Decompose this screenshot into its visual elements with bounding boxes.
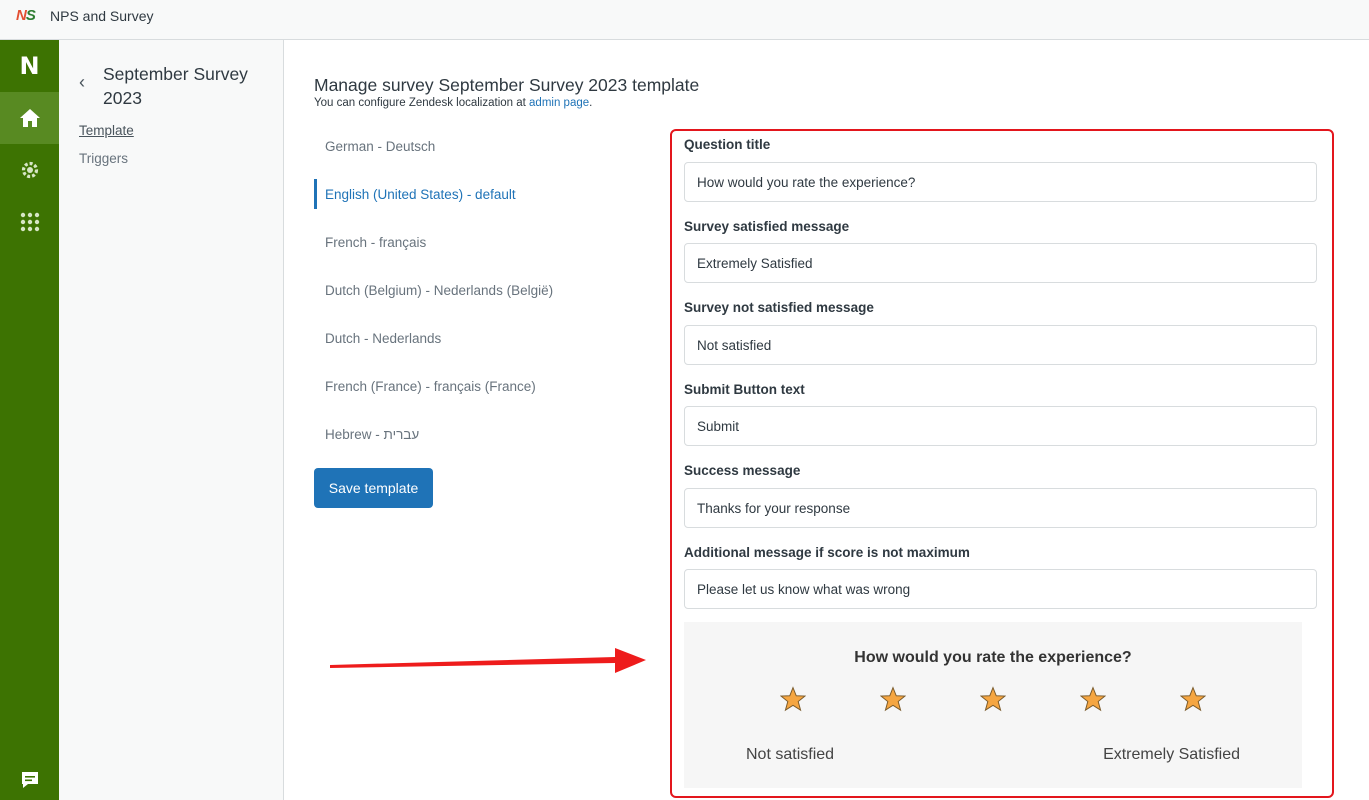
language-item[interactable]: French - français <box>314 218 644 266</box>
secondary-nav: ‹ September Survey 2023 Template Trigger… <box>59 40 284 800</box>
settings-gear-icon[interactable] <box>0 144 59 196</box>
field-label: Additional message if score is not maxim… <box>684 545 970 560</box>
survey-title: September Survey 2023 <box>103 64 248 108</box>
survey-preview: How would you rate the experience? Not s… <box>684 622 1302 788</box>
question-title-input[interactable] <box>684 162 1317 202</box>
page-subtitle: You can configure Zendesk localization a… <box>314 97 592 109</box>
rating-stars <box>780 686 1208 716</box>
field-label: Survey satisfied message <box>684 219 850 234</box>
star-icon[interactable] <box>780 686 806 712</box>
subtitle-period: . <box>589 97 593 109</box>
language-list: German - Deutsch English (United States)… <box>314 122 644 458</box>
field-label: Survey not satisfied message <box>684 300 874 315</box>
app-logo: NS <box>16 7 36 24</box>
page-title: Manage survey September Survey 2023 temp… <box>314 75 700 95</box>
nav-link-template[interactable]: Template <box>79 123 134 138</box>
success-message-input[interactable] <box>684 488 1317 528</box>
field-label: Question title <box>684 137 771 152</box>
language-item[interactable]: German - Deutsch <box>314 122 644 170</box>
language-item-active[interactable]: English (United States) - default <box>314 179 644 209</box>
star-icon[interactable] <box>1080 686 1106 712</box>
not-satisfied-message-input[interactable] <box>684 325 1317 365</box>
apps-grid-icon[interactable] <box>0 196 59 248</box>
app-title: NPS and Survey <box>50 8 154 24</box>
star-icon[interactable] <box>880 686 906 712</box>
language-item[interactable]: Dutch (Belgium) - Nederlands (België) <box>314 266 644 314</box>
language-item[interactable]: French (France) - français (France) <box>314 362 644 410</box>
submit-button-text-input[interactable] <box>684 406 1317 446</box>
field-label: Submit Button text <box>684 382 805 397</box>
preview-high-label: Extremely Satisfied <box>1103 746 1240 763</box>
nav-rail: N <box>0 40 59 800</box>
top-bar: NS NPS and Survey <box>0 0 1369 40</box>
satisfied-message-input[interactable] <box>684 243 1317 283</box>
home-icon[interactable] <box>0 92 59 144</box>
language-item[interactable]: Dutch - Nederlands <box>314 314 644 362</box>
field-label: Success message <box>684 463 801 478</box>
star-icon[interactable] <box>1180 686 1206 712</box>
preview-low-label: Not satisfied <box>746 746 835 763</box>
language-item[interactable]: Hebrew - עברית <box>314 410 644 458</box>
subtitle-text: You can configure Zendesk localization a… <box>314 97 526 109</box>
admin-page-link[interactable]: admin page <box>529 97 589 109</box>
brand-icon[interactable]: N <box>0 40 59 92</box>
chat-icon[interactable] <box>0 760 59 800</box>
red-arrow-annotation <box>330 648 646 673</box>
back-chevron-icon[interactable]: ‹ <box>79 72 85 93</box>
save-template-button[interactable]: Save template <box>314 468 433 508</box>
star-icon[interactable] <box>980 686 1006 712</box>
additional-message-input[interactable] <box>684 569 1317 609</box>
nav-link-triggers[interactable]: Triggers <box>79 151 128 166</box>
preview-question: How would you rate the experience? <box>854 649 1132 666</box>
